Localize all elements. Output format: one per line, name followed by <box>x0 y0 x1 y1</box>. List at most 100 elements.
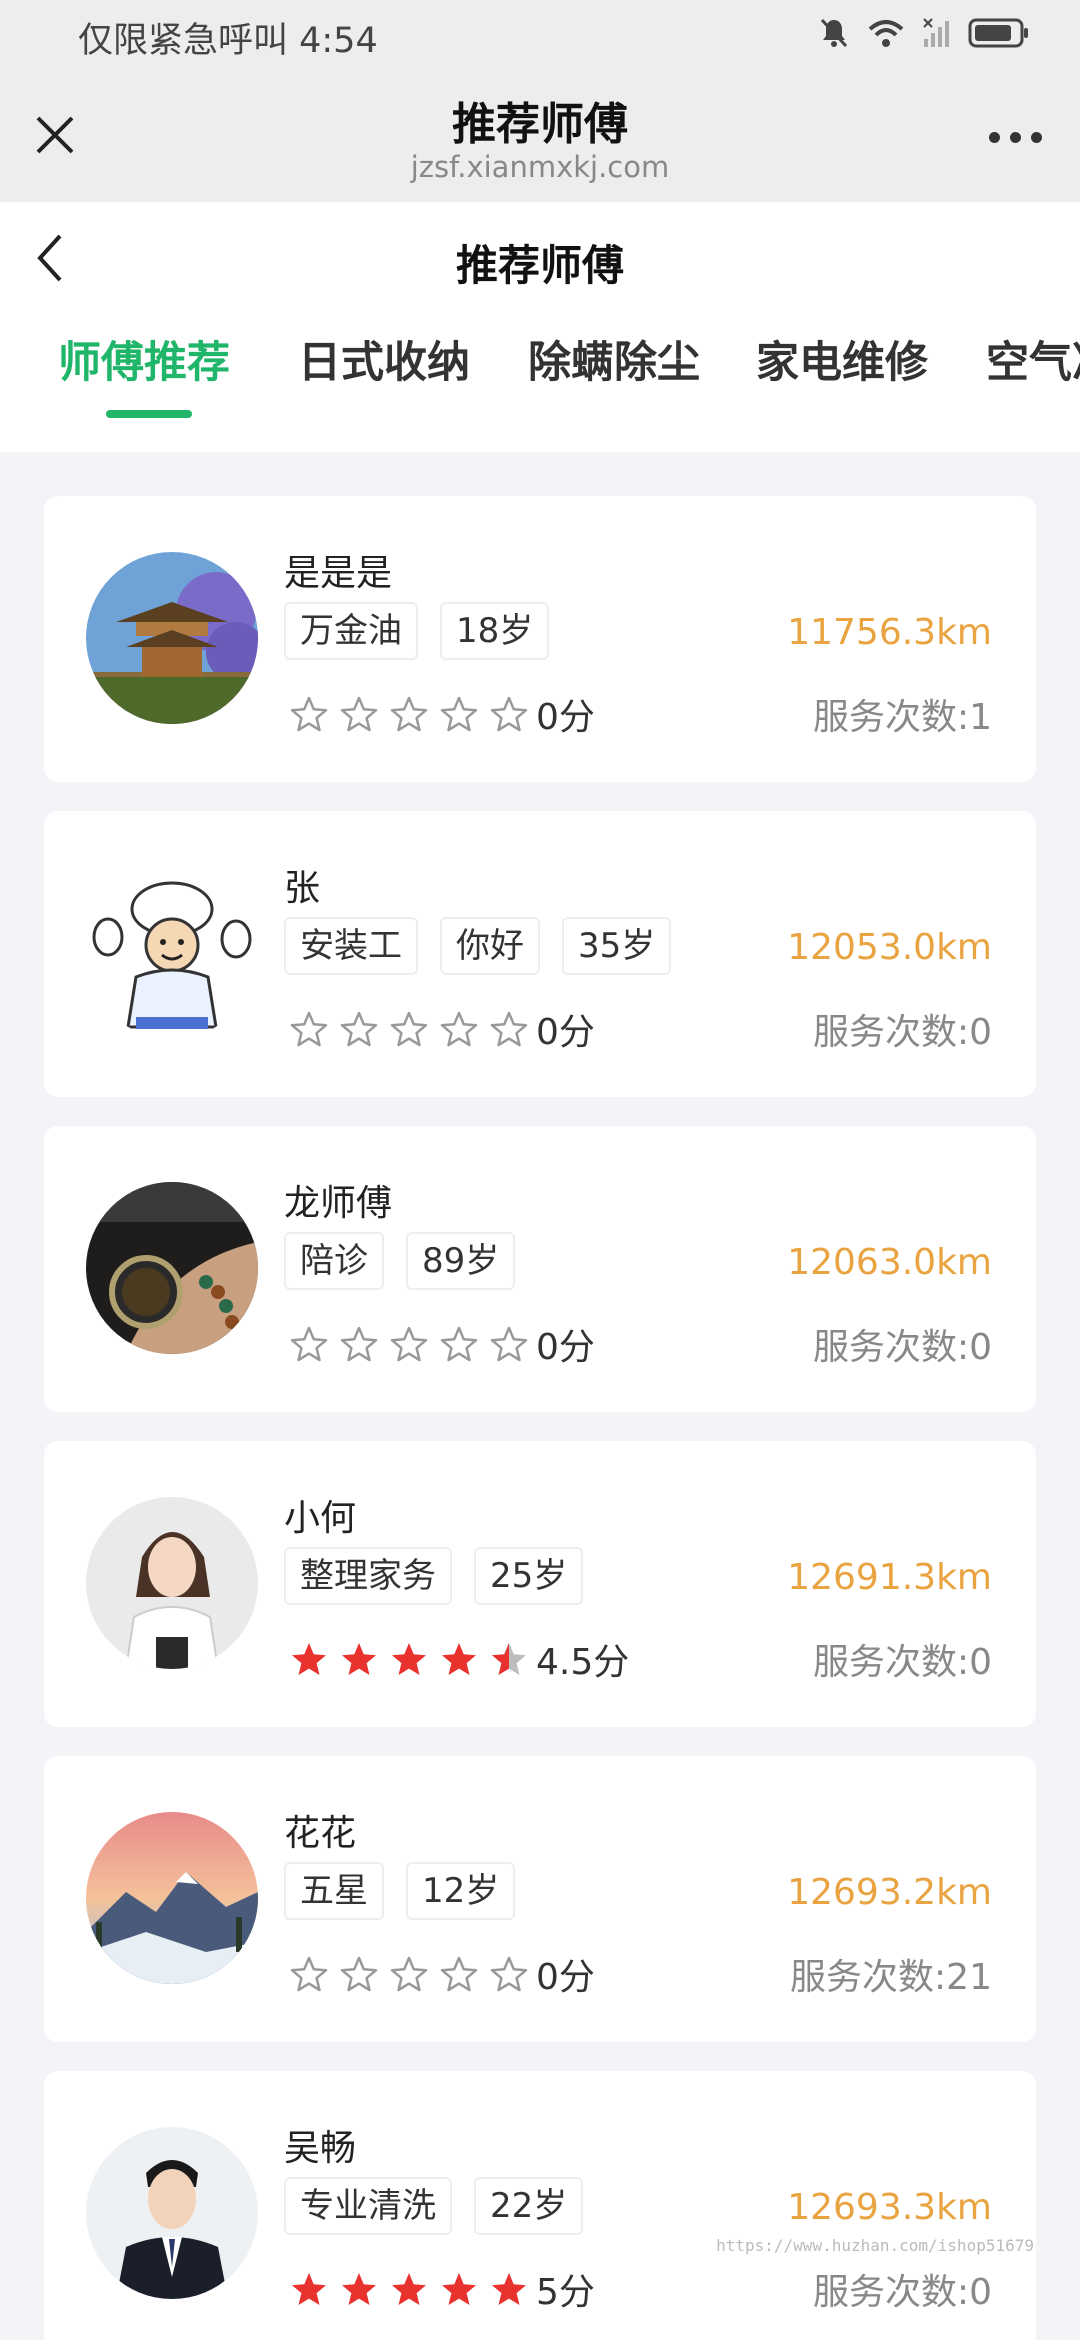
worker-tags: 万金油 18岁 <box>284 602 550 660</box>
worker-tags: 陪诊 89岁 <box>284 1232 516 1290</box>
rating-score: 0分 <box>536 1327 595 1368</box>
star-empty-icon <box>340 1011 378 1047</box>
no-signal-icon <box>923 18 949 47</box>
star-empty-icon <box>390 1326 428 1362</box>
rating-score: 4.5分 <box>536 1642 630 1683</box>
watch-avatar <box>86 1182 258 1354</box>
star-empty-icon <box>290 1326 328 1362</box>
star-empty-icon <box>490 1011 528 1047</box>
worker-tag: 万金油 <box>284 602 418 660</box>
tab-appliance-repair[interactable]: 家电维修 <box>756 328 928 390</box>
service-count: 服务次数:1 <box>812 697 992 738</box>
star-filled-icon <box>442 2273 476 2305</box>
watermark: https://www.huzhan.com/ishop51679 <box>716 2236 1034 2255</box>
worker-tags: 整理家务 25岁 <box>284 1547 584 1605</box>
rating-score: 5分 <box>536 2272 595 2313</box>
star-empty-icon <box>340 1326 378 1362</box>
worker-card[interactable]: 张安装工 你好 35岁 0分 12053.0km 服务次数:0 <box>44 811 1036 1097</box>
rating-stars: 0分 <box>290 1318 595 1370</box>
battery-icon <box>968 18 1028 48</box>
worker-card[interactable]: 小何整理家务 25岁 4.5分 12691.3km 服务次数:0 <box>44 1441 1036 1727</box>
status-bar: 仅限紧急呼叫 4:54 <box>0 0 1080 74</box>
rating-score: 0分 <box>536 1012 595 1053</box>
star-empty-icon <box>490 696 528 732</box>
worker-tag: 18岁 <box>440 602 550 660</box>
tab-air-purify[interactable]: 空气净 <box>986 328 1080 390</box>
mute-bell-icon <box>820 18 848 48</box>
star-filled-icon <box>292 2273 326 2305</box>
worker-tag: 五星 <box>284 1862 384 1920</box>
distance-label: 12693.3km <box>787 2187 992 2228</box>
worker-name: 吴畅 <box>284 2128 357 2169</box>
worker-name: 是是是 <box>284 553 393 594</box>
wifi-icon <box>868 20 904 47</box>
star-empty-icon <box>290 1011 328 1047</box>
service-count: 服务次数:0 <box>812 1327 992 1368</box>
man-suit-avatar <box>86 2127 258 2299</box>
tab-japanese-storage[interactable]: 日式收纳 <box>298 328 470 390</box>
distance-label: 12691.3km <box>787 1557 992 1598</box>
distance-label: 11756.3km <box>787 612 992 653</box>
worker-tag: 整理家务 <box>284 1547 452 1605</box>
star-empty-icon <box>290 696 328 732</box>
star-empty-icon <box>440 1326 478 1362</box>
page-title: 推荐师傅 <box>455 241 624 290</box>
browser-domain: jzsf.xianmxkj.com <box>410 150 670 184</box>
woman-portrait-avatar <box>86 1497 258 1669</box>
rating-stars: 5分 <box>290 2263 595 2315</box>
rating-stars: 0分 <box>290 1948 595 2000</box>
rating-stars: 0分 <box>290 688 595 740</box>
worker-tags: 五星 12岁 <box>284 1862 516 1920</box>
star-empty-icon <box>440 1011 478 1047</box>
star-empty-icon <box>290 1956 328 1992</box>
rating-score: 0分 <box>536 1957 595 1998</box>
service-count: 服务次数:0 <box>812 1642 992 1683</box>
star-empty-icon <box>440 696 478 732</box>
star-empty-icon <box>440 1956 478 1992</box>
star-filled-icon <box>392 1643 426 1675</box>
star-filled-icon <box>492 2273 526 2305</box>
worker-card[interactable]: 吴畅专业清洗 22岁 5分 12693.3km 服务次数:0 <box>44 2071 1036 2340</box>
star-half-icon <box>492 1643 526 1675</box>
star-filled-icon <box>392 2273 426 2305</box>
worker-tag: 安装工 <box>284 917 418 975</box>
worker-tag: 89岁 <box>406 1232 516 1290</box>
worker-name: 花花 <box>284 1813 357 1854</box>
star-empty-icon <box>390 696 428 732</box>
category-tabs: 师傅推荐 日式收纳 除螨除尘 家电维修 空气净 <box>58 328 1080 408</box>
mountain-avatar <box>86 1812 258 1984</box>
rating-score: 0分 <box>536 697 595 738</box>
star-filled-icon <box>342 1643 376 1675</box>
star-filled-icon <box>342 2273 376 2305</box>
status-icons <box>818 16 1030 50</box>
worker-card[interactable]: 龙师傅 陪诊 89岁 0分 12063.0km 服务次数:0 <box>44 1126 1036 1412</box>
service-count: 服务次数:0 <box>812 1012 992 1053</box>
worker-tag: 你好 <box>440 917 540 975</box>
star-filled-icon <box>292 1643 326 1675</box>
worker-card[interactable]: 花花五星 12岁 0分 12693.2km 服务次数:21 <box>44 1756 1036 2042</box>
star-empty-icon <box>340 696 378 732</box>
worker-name: 张 <box>284 868 321 909</box>
tab-dust-mite-removal[interactable]: 除螨除尘 <box>528 328 700 390</box>
chef-cartoon-avatar <box>86 867 258 1039</box>
worker-tag: 35岁 <box>562 917 672 975</box>
worker-tags: 专业清洗 22岁 <box>284 2177 584 2235</box>
worker-name: 龙师傅 <box>284 1183 393 1224</box>
star-empty-icon <box>490 1326 528 1362</box>
distance-label: 12693.2km <box>787 1872 992 1913</box>
star-empty-icon <box>340 1956 378 1992</box>
browser-bar: 推荐师傅 jzsf.xianmxkj.com <box>0 74 1080 202</box>
worker-card[interactable]: 是是是万金油 18岁 0分 11756.3km 服务次数:1 <box>44 496 1036 782</box>
rating-stars: 0分 <box>290 1003 595 1055</box>
more-icon[interactable] <box>989 132 1042 143</box>
service-count: 服务次数:21 <box>790 1957 992 1998</box>
worker-name: 小何 <box>284 1498 357 1539</box>
star-empty-icon <box>490 1956 528 1992</box>
tab-master-recommend[interactable]: 师傅推荐 <box>58 328 230 390</box>
pagoda-avatar <box>86 552 258 724</box>
worker-tag: 25岁 <box>474 1547 584 1605</box>
status-text: 仅限紧急呼叫 4:54 <box>78 21 378 61</box>
star-empty-icon <box>390 1956 428 1992</box>
worker-tag: 陪诊 <box>284 1232 384 1290</box>
service-count: 服务次数:0 <box>812 2272 992 2313</box>
